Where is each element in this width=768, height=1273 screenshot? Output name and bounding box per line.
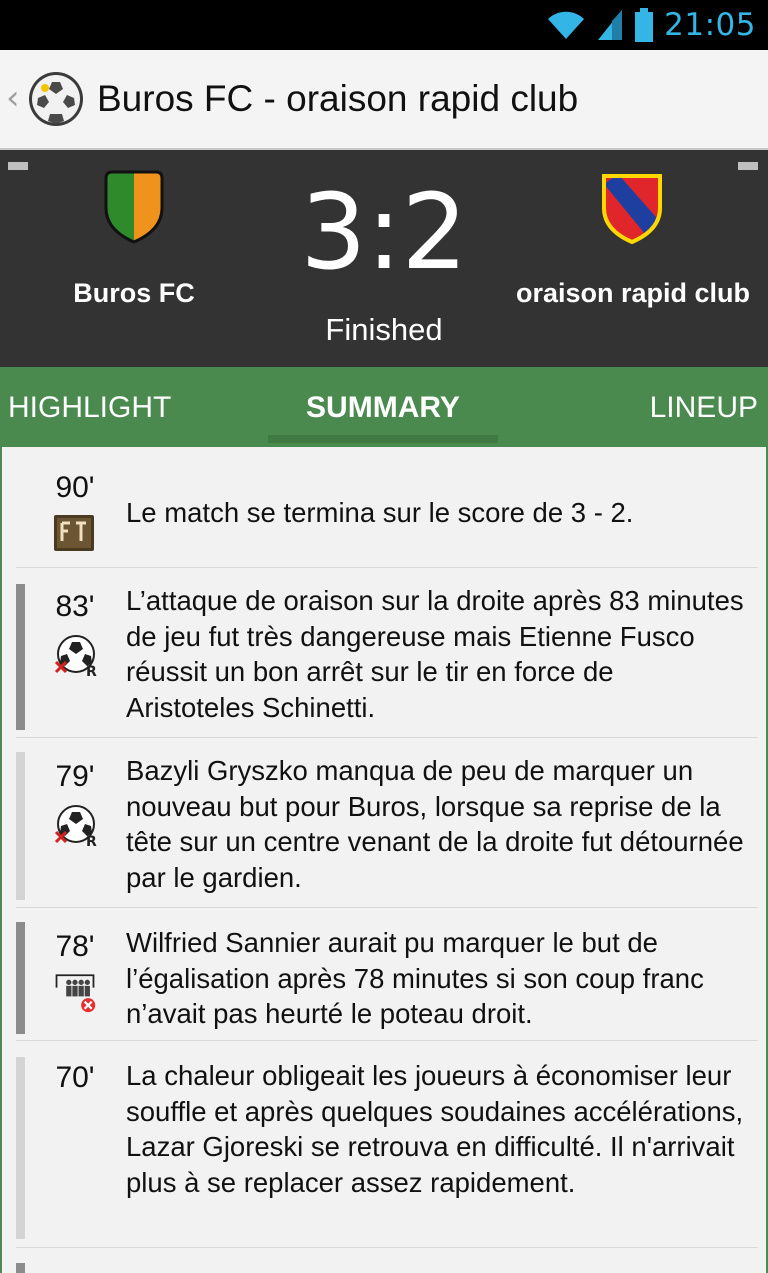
full-time-icon (54, 515, 94, 551)
event-minute: 90' (55, 471, 95, 504)
missed-shot-icon: R (54, 635, 97, 678)
home-team-name: Buros FC (73, 278, 195, 308)
event-minute: 79' (55, 760, 95, 793)
event-item[interactable]: 90' Le match se termina sur le score de … (2, 447, 766, 567)
event-minute: 83' (55, 590, 95, 623)
status-bar: 21:05 (0, 0, 768, 50)
away-team-name: oraison rapid club (515, 278, 751, 308)
wifi-icon (548, 11, 585, 39)
next-event-marker (16, 1263, 25, 1273)
event-minute: 70' (55, 1061, 95, 1094)
clock: 21:05 (664, 7, 756, 43)
event-text: Wilfried Sannier aurait pu marquer le bu… (126, 927, 704, 1029)
event-item[interactable]: 83' R L’attaque de oraison sur la droite… (2, 568, 766, 737)
svg-text:R: R (86, 664, 97, 678)
score-panel: Buros FC 3:2 Finished oraison rapid club (0, 150, 768, 367)
match-score: 3:2 (300, 171, 468, 293)
tab-lineup[interactable]: LINEUP (650, 391, 758, 425)
back-caret-icon[interactable]: ‹ (6, 78, 20, 118)
match-status: Finished (325, 312, 443, 347)
free-kick-wall-icon (55, 974, 96, 1013)
tab-summary[interactable]: SUMMARY (268, 391, 498, 425)
event-text: Le match se termina sur le score de 3 - … (126, 497, 634, 528)
panel-corner-mark-left (8, 162, 28, 170)
home-crest-icon (104, 170, 164, 244)
tab-bar: HIGHLIGHT SUMMARY LINEUP (0, 367, 768, 447)
away-side-marker (16, 752, 25, 900)
event-item[interactable]: 78' Wilfried Sannier aurait pu marquer l… (2, 908, 766, 1040)
event-text: L’attaque de oraison sur la droite après… (126, 585, 744, 723)
event-minute: 78' (55, 930, 95, 963)
status-icons: 21:05 (546, 6, 756, 44)
panel-corner-mark-right (738, 162, 758, 170)
tab-highlight[interactable]: HIGHLIGHT (8, 391, 171, 425)
soccer-ball-logo-icon[interactable] (28, 68, 84, 130)
event-text: Bazyli Gryszko manqua de peu de marquer … (126, 755, 744, 893)
event-feed[interactable]: 90' Le match se termina sur le score de … (0, 447, 768, 1273)
event-item[interactable]: 79' R Bazyli Gryszko manqua de peu de ma… (2, 738, 766, 907)
cell-signal-icon (598, 10, 623, 40)
away-crest-icon (602, 174, 662, 244)
divider (16, 1247, 758, 1248)
app-title: Buros FC - oraison rapid club (97, 78, 579, 119)
home-side-marker (16, 922, 25, 1034)
event-text: La chaleur obligeait les joueurs à écono… (126, 1060, 744, 1198)
home-side-marker (16, 584, 25, 730)
missed-shot-icon: R (54, 805, 97, 848)
battery-icon (635, 8, 654, 42)
svg-text:R: R (86, 834, 97, 848)
event-item[interactable]: 70' La chaleur obligeait les joueurs à é… (2, 1041, 766, 1247)
selected-tab-indicator (268, 435, 498, 443)
away-side-marker (16, 1057, 25, 1239)
action-bar: ‹ Buros FC - oraison rapid club (0, 50, 768, 150)
